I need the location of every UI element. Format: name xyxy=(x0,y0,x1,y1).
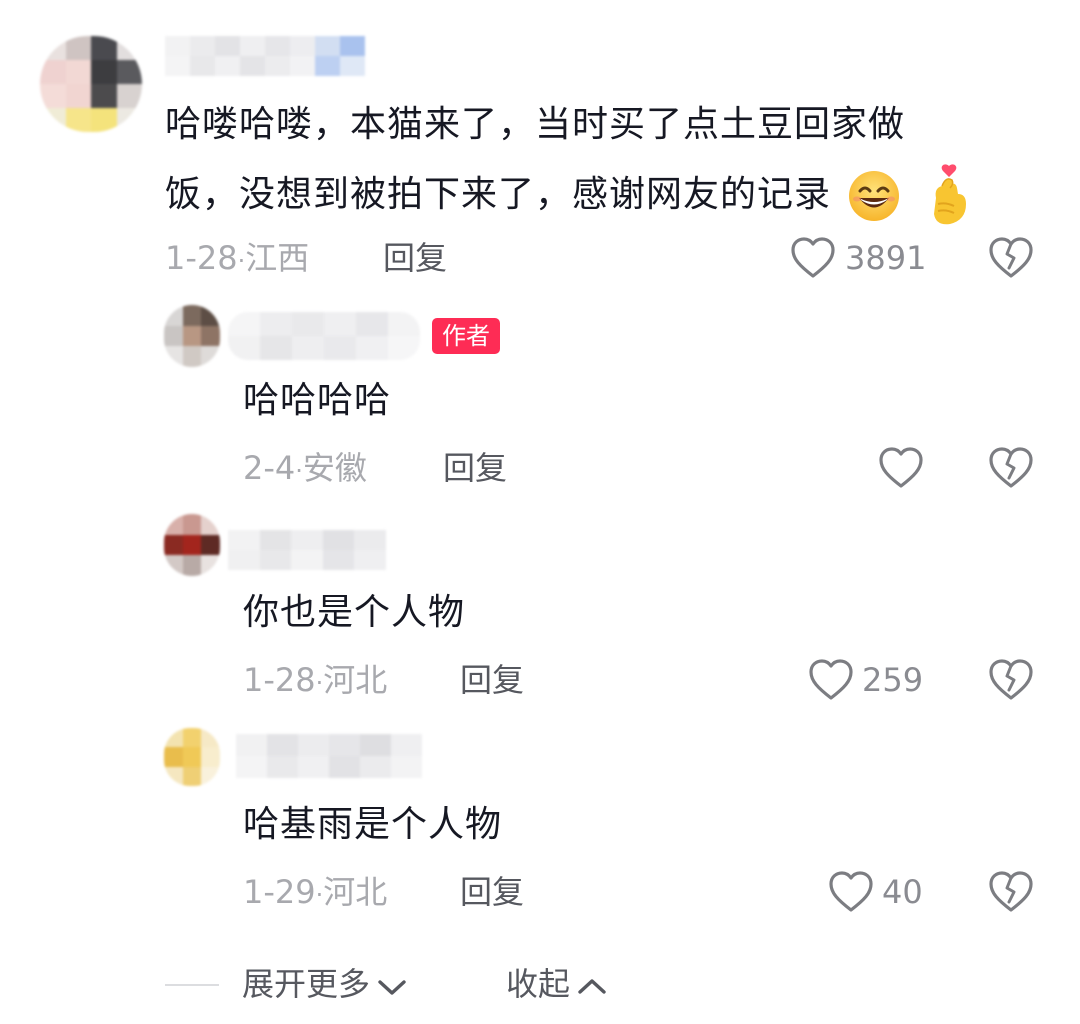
expand-more-label: 展开更多 xyxy=(242,965,371,1003)
username[interactable] xyxy=(236,734,422,778)
chevron-up-icon xyxy=(577,976,607,998)
username[interactable] xyxy=(228,312,420,360)
broken-heart-icon[interactable] xyxy=(988,446,1034,490)
comment-text-line-1: 哈喽哈喽，本猫来了，当时买了点土豆回家做 xyxy=(165,104,906,145)
reply-button[interactable]: 回复 xyxy=(460,660,524,700)
comment-location: 江西 xyxy=(245,239,310,277)
avatar[interactable] xyxy=(164,305,220,367)
meta-separator: · xyxy=(295,457,303,485)
username[interactable] xyxy=(165,36,365,76)
comment-text: 哈基雨是个人物 xyxy=(243,804,503,845)
comment-date: 1-28 xyxy=(243,661,316,699)
comment-text: 哈喽哈喽，本猫来了，当时买了点土豆回家做 饭，没想到被拍下来了，感谢网友的记录 xyxy=(165,90,1045,230)
reply-button[interactable]: 回复 xyxy=(443,448,507,488)
comment-text: 哈哈哈哈 xyxy=(243,380,392,421)
avatar[interactable] xyxy=(164,728,220,786)
comment-text-line-2: 饭，没想到被拍下来了，感谢网友的记录 xyxy=(165,160,1045,230)
grinning-face-emoji-icon xyxy=(847,169,901,223)
reply-button[interactable]: 回复 xyxy=(460,872,524,912)
comment-location: 河北 xyxy=(323,873,388,911)
comment-meta: 1-29·河北 xyxy=(243,872,387,915)
like-count: 40 xyxy=(882,873,923,911)
footer-divider xyxy=(165,984,219,986)
comment-meta: 1-28·江西 xyxy=(165,238,309,281)
finger-heart-emoji-icon xyxy=(924,164,974,228)
comment-date: 1-28 xyxy=(165,239,238,277)
heart-outline-icon[interactable] xyxy=(828,870,874,914)
heart-outline-icon[interactable] xyxy=(808,658,854,702)
comment-meta: 2-4·安徽 xyxy=(243,448,367,491)
comment-date: 2-4 xyxy=(243,449,296,487)
reply-button[interactable]: 回复 xyxy=(383,238,447,278)
comment-meta: 1-28·河北 xyxy=(243,660,387,703)
broken-heart-icon[interactable] xyxy=(988,870,1034,914)
author-badge: 作者 xyxy=(432,318,500,354)
avatar[interactable] xyxy=(164,514,220,576)
broken-heart-icon[interactable] xyxy=(988,236,1034,280)
comment-text: 你也是个人物 xyxy=(243,592,466,633)
broken-heart-icon[interactable] xyxy=(988,658,1034,702)
heart-outline-icon[interactable] xyxy=(790,236,836,280)
comment-location: 安徽 xyxy=(302,449,367,487)
collapse-button[interactable]: 收起 xyxy=(506,964,607,1004)
comment-location: 河北 xyxy=(323,661,388,699)
comment-text-line-2-content: 饭，没想到被拍下来了，感谢网友的记录 xyxy=(165,174,832,215)
comment-date: 1-29 xyxy=(243,873,316,911)
username[interactable] xyxy=(228,530,386,570)
heart-outline-icon[interactable] xyxy=(878,446,924,490)
avatar[interactable] xyxy=(40,36,142,132)
like-count: 3891 xyxy=(845,239,927,277)
collapse-label: 收起 xyxy=(506,965,571,1003)
chevron-down-icon xyxy=(377,976,407,998)
expand-more-button[interactable]: 展开更多 xyxy=(242,964,407,1004)
like-count: 259 xyxy=(862,661,924,699)
